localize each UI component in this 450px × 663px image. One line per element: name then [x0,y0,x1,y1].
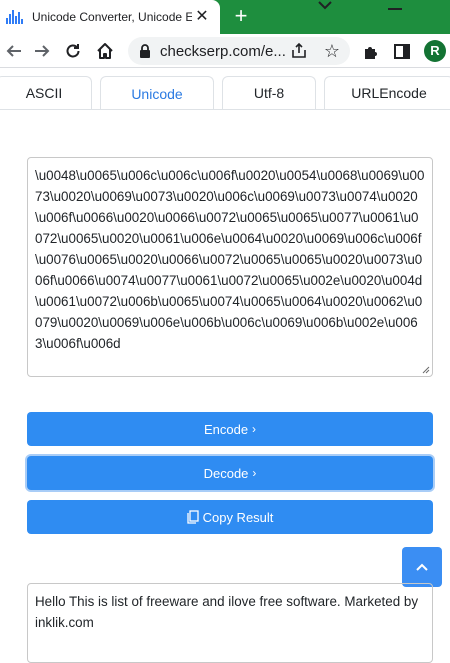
close-icon[interactable]: ✕ [194,9,210,25]
decode-label: Decode [203,465,249,481]
tab-ascii[interactable]: ASCII [0,76,92,109]
new-tab-button[interactable]: + [230,5,252,27]
chevron-down-icon[interactable] [316,0,334,12]
tab-unicode[interactable]: Unicode [100,76,214,110]
encode-button[interactable]: Encode › [27,412,433,446]
copy-label: Copy Result [202,509,274,525]
page-content: ASCII Unicode Utf-8 URLEncode \u0048\u00… [0,69,450,663]
reload-icon [66,44,80,58]
browser-tab[interactable]: Unicode Converter, Unicode E ✕ [0,0,220,34]
browser-tabstrip: Unicode Converter, Unicode E ✕ + [0,0,450,34]
encode-label: Encode [203,421,249,437]
result-output-textarea[interactable]: Hello This is list of freeware and ilove… [27,583,433,663]
tabs-divider [0,109,450,110]
browser-toolbar: checkserp.com/e... ☆ R [0,34,450,68]
url-text[interactable]: checkserp.com/e... [160,43,286,60]
scroll-to-top-button[interactable] [402,547,442,587]
input-text: \u0048\u0065\u006c\u006c\u006f\u0020\u00… [35,168,425,351]
reload-button[interactable] [61,39,85,63]
profile-avatar[interactable]: R [424,40,446,62]
side-panel-icon[interactable] [394,44,410,59]
resize-handle-icon[interactable] [422,366,430,374]
browser-tab-title: Unicode Converter, Unicode E [32,10,192,24]
bookmark-star-icon[interactable]: ☆ [322,41,342,61]
chevron-right-icon: › [252,422,257,436]
copy-result-button[interactable]: Copy Result [27,500,433,534]
arrow-left-icon [6,45,21,57]
lock-icon[interactable] [138,43,152,59]
copy-icon [186,510,199,524]
unicode-input-textarea[interactable]: \u0048\u0065\u006c\u006c\u006f\u0020\u00… [27,157,433,377]
tab-urlencode[interactable]: URLEncode [324,76,450,109]
back-button[interactable] [2,39,26,63]
minimize-icon[interactable] [388,8,402,10]
chevron-up-icon [416,563,428,571]
output-text: Hello This is list of freeware and ilove… [35,594,419,630]
share-icon[interactable] [290,42,308,60]
chevron-right-icon: › [252,466,257,480]
audio-wave-icon [6,10,24,24]
forward-button[interactable] [30,39,54,63]
home-button[interactable] [93,39,117,63]
tab-utf8[interactable]: Utf-8 [222,76,316,109]
address-bar[interactable]: checkserp.com/e... ☆ [128,37,350,65]
converter-tabs: ASCII Unicode Utf-8 URLEncode [0,76,450,116]
extensions-puzzle-icon[interactable] [362,43,380,61]
home-icon [97,43,113,59]
arrow-right-icon [35,45,50,57]
decode-button[interactable]: Decode › [27,456,433,490]
